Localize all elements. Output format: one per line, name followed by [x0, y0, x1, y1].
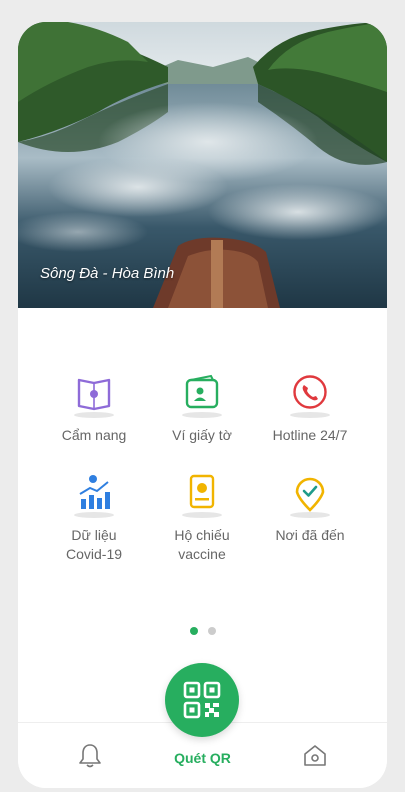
- feature-guidebook[interactable]: Cẩm nang: [34, 372, 154, 445]
- feature-visited-places[interactable]: Nơi đã đến: [250, 472, 370, 545]
- hero-banner: Sông Đà - Hòa Bình: [18, 22, 387, 308]
- app-screen: Sông Đà - Hòa Bình Cẩm nang Ví giấy tờ H…: [18, 22, 387, 788]
- home-icon: [304, 745, 326, 766]
- chart-icon: [70, 472, 118, 518]
- feature-label: Cẩm nang: [61, 427, 127, 443]
- page-dot-active[interactable]: [189, 627, 198, 635]
- guidebook-icon: [70, 372, 118, 418]
- feature-label: Hotline 24/7: [272, 427, 348, 443]
- feature-wallet[interactable]: Ví giấy tờ: [142, 372, 262, 445]
- hero-caption: Sông Đà - Hòa Bình: [40, 265, 175, 282]
- feature-covid-data[interactable]: Dữ liệu Covid-19: [34, 472, 154, 564]
- wallet-icon: [178, 372, 226, 418]
- phone-icon: [286, 372, 334, 418]
- page-dot[interactable]: [207, 627, 216, 635]
- scan-qr-button[interactable]: [165, 663, 239, 737]
- feature-hotline[interactable]: Hotline 24/7: [250, 372, 370, 445]
- feature-label: Hộ chiếu vaccine: [174, 527, 230, 562]
- qr-code-icon: [183, 681, 221, 719]
- scan-qr-label[interactable]: Quét QR: [18, 750, 387, 766]
- passport-icon: [178, 472, 226, 518]
- feature-label: Nơi đã đến: [275, 527, 345, 543]
- page-indicator: [18, 627, 387, 635]
- home-button[interactable]: [302, 743, 328, 772]
- feature-vaccine-passport[interactable]: Hộ chiếu vaccine: [142, 472, 262, 564]
- feature-label: Dữ liệu Covid-19: [65, 527, 123, 562]
- feature-label: Ví giấy tờ: [172, 427, 232, 443]
- location-icon: [286, 472, 334, 518]
